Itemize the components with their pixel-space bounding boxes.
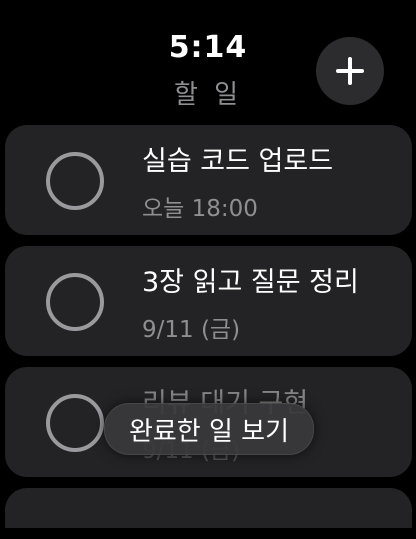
task-complete-toggle[interactable] <box>46 152 104 210</box>
task-complete-toggle[interactable] <box>46 273 104 331</box>
task-title: 실습 코드 업로드 <box>142 146 334 177</box>
task-complete-toggle[interactable] <box>46 394 104 452</box>
task-due: 오늘 18:00 <box>142 196 258 222</box>
show-completed-button[interactable]: 완료한 일 보기 <box>104 403 314 455</box>
add-task-button[interactable] <box>316 37 384 105</box>
task-title: 3장 읽고 질문 정리 <box>142 267 359 298</box>
header: 5:14 할 일 <box>0 0 416 120</box>
task-item-partial <box>5 488 412 528</box>
task-list: 실습 코드 업로드 오늘 18:00 3장 읽고 질문 정리 9/11 (금) … <box>5 125 412 539</box>
plus-icon <box>335 56 365 86</box>
task-due: 9/11 (금) <box>142 317 241 343</box>
task-item[interactable]: 실습 코드 업로드 오늘 18:00 <box>5 125 412 235</box>
task-item[interactable]: 3장 읽고 질문 정리 9/11 (금) <box>5 246 412 356</box>
